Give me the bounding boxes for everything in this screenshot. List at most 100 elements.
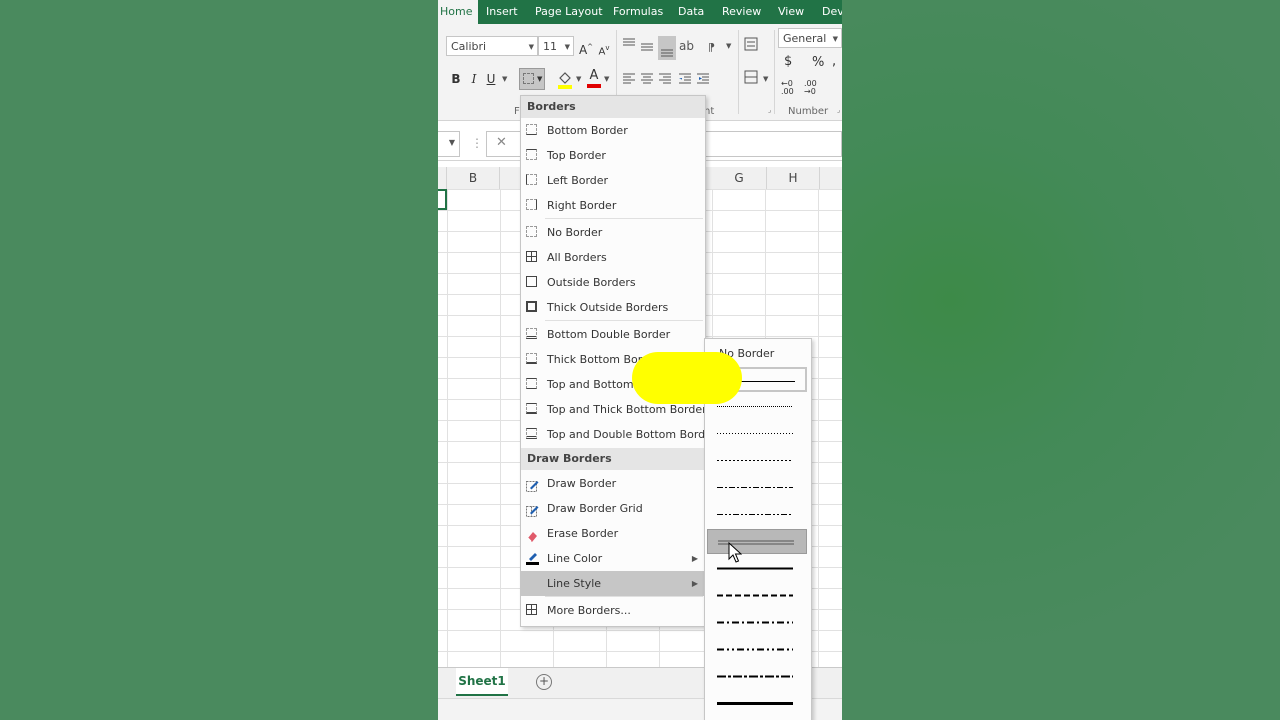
no-border-icon (526, 226, 537, 237)
menu-item-bottom-border[interactable]: Bottom Border (521, 118, 705, 143)
font-name-combo[interactable]: Calibri ▼ (446, 36, 538, 56)
top-bottom-border-icon (526, 378, 537, 389)
chevron-down-icon: ▼ (576, 75, 582, 83)
horizontal-align-icons[interactable] (622, 72, 732, 86)
cancel-icon[interactable]: ✕ (496, 135, 507, 150)
column-header-h[interactable]: H (767, 167, 820, 189)
tab-developer[interactable]: Deve (822, 0, 842, 24)
sheet-tab-sheet1[interactable]: Sheet1 (456, 668, 508, 696)
line-sample (717, 702, 793, 705)
number-format-combo[interactable]: General ▼ (778, 28, 842, 48)
grow-font-label: A (578, 43, 588, 57)
menu-item-label: Erase Border (547, 527, 619, 540)
line-style-dotted[interactable] (707, 421, 807, 446)
menu-item-left-border[interactable]: Left Border (521, 168, 705, 193)
line-style-medium[interactable] (707, 556, 807, 581)
line-sample (717, 460, 793, 461)
group-divider (738, 30, 739, 114)
menu-item-right-border[interactable]: Right Border (521, 193, 705, 218)
menu-item-erase-border[interactable]: Erase Border (521, 521, 705, 546)
line-sample (717, 648, 793, 651)
italic-button[interactable]: I (467, 70, 481, 88)
submenu-arrow-icon: ▶ (691, 554, 698, 563)
thick-bottom-border-icon (526, 353, 537, 364)
menu-item-line-style[interactable]: Line Style ▶ (521, 571, 705, 596)
outside-borders-icon (526, 276, 537, 287)
name-box[interactable]: ▼ (438, 131, 460, 157)
font-size-combo[interactable]: 11 ▼ (538, 36, 574, 56)
font-color-button[interactable]: A (586, 69, 602, 89)
chevron-down-icon: ▼ (726, 42, 732, 50)
tab-home[interactable]: Home (438, 0, 479, 24)
increase-decimal-button[interactable]: ←0 .00 (781, 80, 803, 96)
menu-item-label: No Border (547, 226, 603, 239)
line-style-slant-dash-dot[interactable] (707, 664, 807, 689)
dialog-launcher-icon[interactable]: ⌟ (837, 106, 840, 114)
grow-font-button[interactable]: A^ (578, 38, 594, 57)
menu-item-draw-border[interactable]: Draw Border (521, 471, 705, 496)
menu-item-draw-border-grid[interactable]: Draw Border Grid (521, 496, 705, 521)
currency-button[interactable]: $ (784, 54, 792, 69)
line-style-medium-dash-dot-dot[interactable] (707, 637, 807, 662)
line-style-medium-dash-dot[interactable] (707, 610, 807, 635)
percent-button[interactable]: % (812, 55, 824, 70)
menu-item-label: Thick Outside Borders (547, 301, 669, 314)
menu-item-label: Right Border (547, 199, 617, 212)
menu-item-label: Outside Borders (547, 276, 636, 289)
tab-formulas[interactable]: Formulas (613, 0, 663, 24)
tab-review[interactable]: Review (722, 0, 761, 24)
menu-item-more-borders[interactable]: More Borders... (521, 598, 705, 623)
merge-center-icon[interactable] (744, 70, 758, 84)
line-style-medium-dashed[interactable] (707, 583, 807, 608)
tab-view[interactable]: View (778, 0, 804, 24)
ribbon-tabs: Home Insert Page Layout Formulas Data Re… (438, 0, 842, 24)
column-header-b[interactable]: B (447, 167, 500, 189)
group-divider (774, 30, 775, 114)
line-sample (717, 514, 793, 515)
underline-button[interactable]: U (484, 70, 498, 88)
bold-button[interactable]: B (449, 70, 463, 88)
active-cell[interactable] (438, 189, 447, 210)
thick-outside-borders-icon (526, 301, 537, 312)
vertical-align-icons[interactable]: ab (622, 36, 702, 60)
menu-item-line-color[interactable]: Line Color ▶ (521, 546, 705, 571)
tab-page-layout[interactable]: Page Layout (535, 0, 603, 24)
line-sample (717, 433, 793, 434)
decrease-decimal-button[interactable]: .00 →0 (804, 80, 826, 96)
tab-insert[interactable]: Insert (486, 0, 518, 24)
line-style-dash-dot-dot-fine[interactable] (707, 502, 807, 527)
menu-item-no-border[interactable]: No Border (521, 220, 705, 245)
menu-item-top-border[interactable]: Top Border (521, 143, 705, 168)
line-style-double[interactable] (707, 529, 807, 554)
menu-item-label: All Borders (547, 251, 607, 264)
borders-button[interactable]: ▼ (519, 68, 545, 90)
line-style-dashed-fine[interactable] (707, 448, 807, 473)
wrap-indent-icon[interactable]: ⁋ (708, 41, 715, 54)
comma-button[interactable]: , (832, 54, 836, 69)
menu-item-outside-borders[interactable]: Outside Borders (521, 270, 705, 295)
add-sheet-icon[interactable]: + (536, 674, 552, 690)
chevron-down-icon: ▼ (763, 75, 769, 83)
top-double-bottom-border-icon (526, 428, 537, 439)
line-style-thick[interactable] (707, 691, 807, 716)
line-style-dash-dot-fine[interactable] (707, 475, 807, 500)
menu-item-bottom-double-border[interactable]: Bottom Double Border (521, 322, 705, 347)
font-color-letter: A (589, 68, 599, 83)
submenu-arrow-icon: ▶ (691, 579, 698, 588)
number-format-value: General (783, 32, 827, 45)
top-border-icon (526, 149, 537, 160)
fill-color-button[interactable] (556, 70, 576, 90)
tab-data[interactable]: Data (678, 0, 704, 24)
menu-item-all-borders[interactable]: All Borders (521, 245, 705, 270)
all-borders-icon (526, 251, 537, 262)
draw-borders-header: Draw Borders (521, 448, 705, 470)
menu-item-thick-outside-borders[interactable]: Thick Outside Borders (521, 295, 705, 320)
font-name-value: Calibri (451, 40, 487, 53)
shrink-font-button[interactable]: Av (596, 39, 612, 57)
menu-item-label: Bottom Border (547, 124, 628, 137)
menu-item-top-and-double-bottom-border[interactable]: Top and Double Bottom Border (521, 422, 716, 447)
conditional-format-icon[interactable] (744, 37, 758, 51)
more-borders-icon (526, 604, 537, 615)
column-header-g[interactable]: G (712, 167, 767, 189)
dialog-launcher-icon[interactable]: ⌟ (768, 106, 771, 114)
